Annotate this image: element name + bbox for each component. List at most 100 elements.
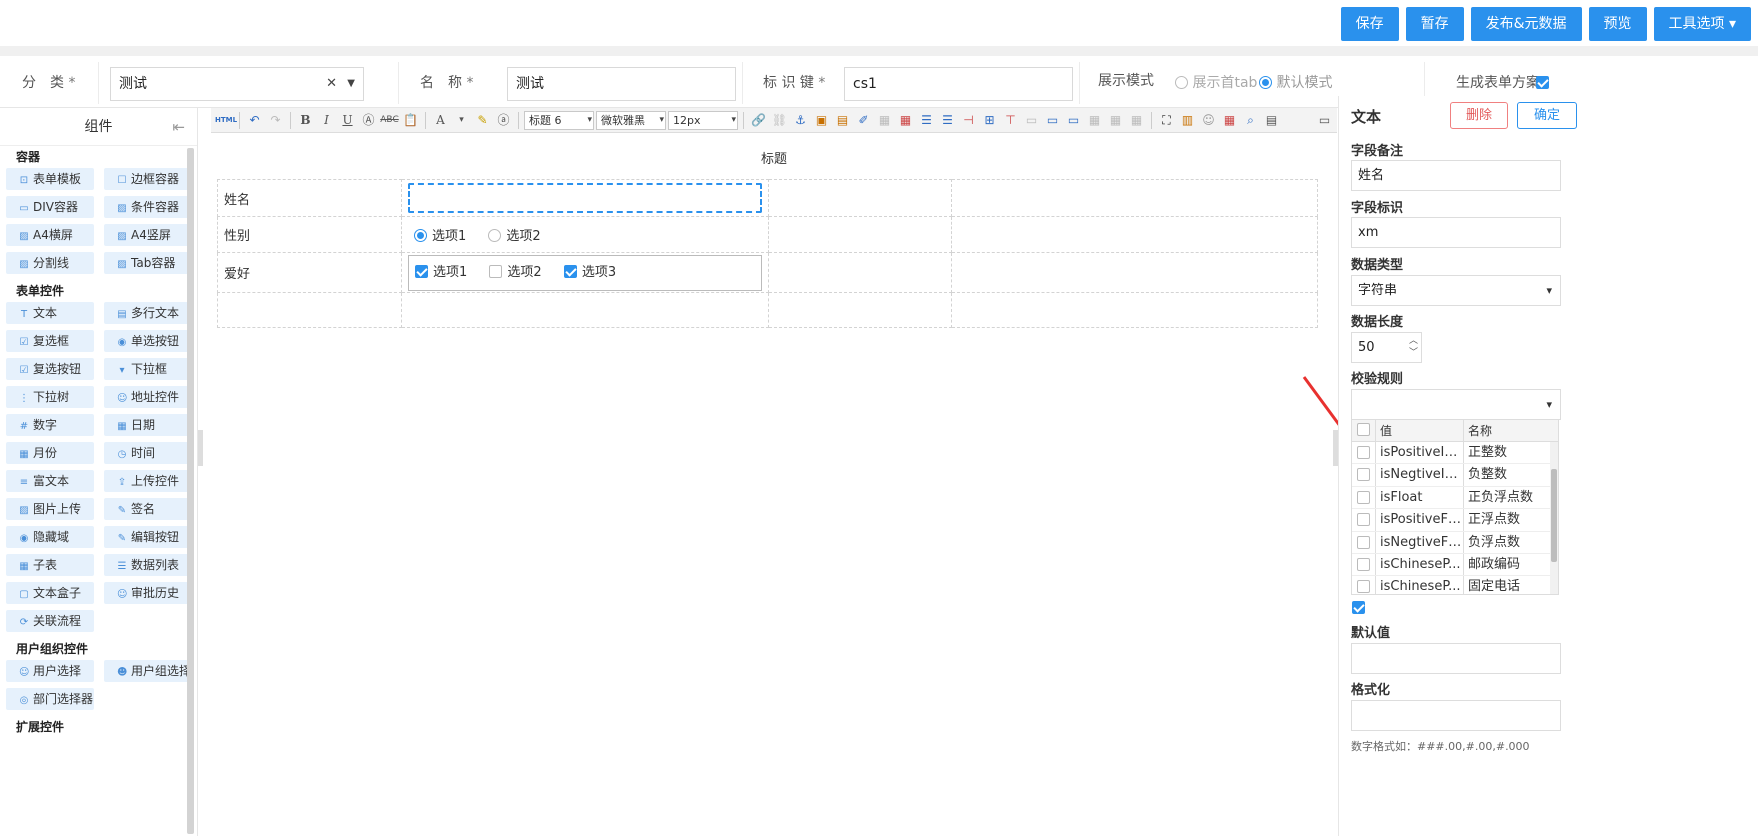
clear-icon[interactable]: ✕ [326,68,337,100]
table-row[interactable]: isPositiveFl... 正浮点数 [1352,509,1558,532]
component-item[interactable]: ▤ 多行文本 [104,302,192,324]
print-icon[interactable]: ▤ [1262,111,1281,130]
split-cols-icon[interactable]: ▦ [1127,111,1146,130]
display-mode-option-first-tab[interactable]: 展示首tab [1175,58,1257,108]
merge-down-icon[interactable]: ▭ [1064,111,1083,130]
default-value-input[interactable] [1351,643,1561,674]
heading-select[interactable]: 标题 6 [524,110,594,130]
image-icon[interactable]: ▣ [812,111,831,130]
insert-row-before-icon[interactable]: ☰ [917,111,936,130]
table-row[interactable]: isChineseP... 固定电话 [1352,576,1558,594]
empty-cell[interactable] [768,292,952,328]
component-item[interactable]: ▦ 日期 [104,414,192,436]
checkbox-icon[interactable] [1357,535,1370,549]
table-row[interactable]: isChineseP... 邮政编码 [1352,553,1558,577]
empty-cell[interactable] [951,216,1318,253]
component-item[interactable]: ▨ 图片上传 [6,498,94,520]
display-mode-option-default[interactable]: 默认模式 [1259,58,1332,108]
insert-row-after-icon[interactable]: ☰ [938,111,957,130]
stepper-arrows-icon[interactable]: ︿ ﹀ [1409,335,1418,359]
component-item[interactable]: ▨ A4竖屏 [104,224,192,246]
component-item[interactable]: ▭ DIV容器 [6,196,94,218]
field-cell-gender[interactable]: 选项1 选项2 [401,216,769,253]
generate-scheme-checkbox[interactable] [1536,76,1549,91]
table-icon[interactable]: ▦ [875,111,894,130]
table-delete-icon[interactable]: ▦ [896,111,915,130]
search-replace-icon[interactable]: ⌕ [1241,111,1260,130]
component-item[interactable]: ◉ 隐藏域 [6,526,94,548]
scrollbar-track[interactable] [1550,442,1558,594]
checkbox-checked-icon[interactable] [1536,76,1549,89]
key-input[interactable]: cs1 [844,67,1073,101]
data-length-stepper[interactable]: 50 ︿ ﹀ [1351,332,1422,363]
left-panel-handle[interactable] [198,430,203,466]
row-select-cell[interactable] [1352,486,1376,509]
font-color-icon[interactable]: A [431,111,450,130]
radio-icon[interactable] [488,229,502,242]
field-label-gender[interactable]: 性别 [217,216,402,253]
checkbox-icon[interactable] [489,264,503,278]
table-row[interactable]: isNegtiveIn... 负整数 [1352,464,1558,487]
row-select-cell[interactable] [1352,509,1376,531]
image-upload-icon[interactable]: ▤ [833,111,852,130]
validate-rule-select[interactable] [1351,389,1561,420]
checkbox-icon[interactable] [1357,557,1370,571]
checkbox-checked-icon[interactable] [563,264,577,278]
date-icon[interactable]: ▦ [1220,111,1239,130]
component-item[interactable]: ✎ 签名 [104,498,192,520]
component-item[interactable]: ▦ 月份 [6,442,94,464]
tool-options-button[interactable]: 工具选项 ▾ [1653,7,1751,41]
component-item[interactable]: ▾ 下拉框 [104,358,192,380]
split-rows-icon[interactable]: ▦ [1106,111,1125,130]
component-item[interactable]: ✎ 编辑按钮 [104,526,192,548]
component-item[interactable]: ⊡ 表单模板 [6,168,94,190]
component-item[interactable]: ▨ 分割线 [6,252,94,274]
draft-button[interactable]: 暂存 [1405,7,1464,41]
empty-cell[interactable] [768,216,952,253]
empty-cell[interactable] [768,179,952,217]
component-item[interactable]: # 数字 [6,414,94,436]
radio-selected-icon[interactable] [414,229,427,242]
split-cells-icon[interactable]: ▦ [1085,111,1104,130]
template-icon[interactable]: ▥ [1178,111,1197,130]
component-item[interactable]: ⟳ 关联流程 [6,610,94,632]
empty-cell[interactable] [401,292,769,328]
radio-icon[interactable] [1175,76,1188,89]
empty-cell[interactable] [951,252,1318,293]
chevron-down-icon[interactable]: ▼ [347,68,355,100]
delete-column-icon[interactable]: ⊤ [1001,111,1020,130]
checkbox-icon[interactable] [1357,513,1370,527]
checkbox-checked-icon[interactable] [415,264,428,278]
hobby-option-3[interactable]: 选项3 [563,264,616,280]
select-all-cell[interactable] [1352,420,1376,441]
table-row[interactable]: isNegtiveFl... 负浮点数 [1352,531,1558,554]
chevron-down-icon[interactable]: ▾ [452,111,471,130]
hobby-option-1[interactable]: 选项1 [415,264,467,280]
component-item[interactable]: ☺ 审批历史 [104,582,192,604]
component-item[interactable]: ≡ 富文本 [6,470,94,492]
component-item[interactable]: ⇪ 上传控件 [104,470,192,492]
component-item[interactable]: ☑ 复选框 [6,330,94,352]
redo-icon[interactable]: ↷ [266,111,285,130]
checkbox-icon[interactable] [1357,423,1370,436]
checkbox-checked-icon[interactable] [1352,601,1365,614]
empty-cell[interactable] [768,252,952,293]
checkbox-icon[interactable] [1357,468,1370,482]
delete-button[interactable]: 删除 [1450,102,1508,129]
component-item[interactable]: ▨ A4横屏 [6,224,94,246]
strikethrough-icon[interactable]: ABC [380,111,399,130]
brush-icon[interactable]: ✐ [854,111,873,130]
gender-option-2[interactable]: 选项2 [488,229,541,244]
format-icon[interactable]: ⓐ [494,111,513,130]
hobby-checkbox-group[interactable]: 选项1 选项2 选项3 [408,254,762,291]
find-icon[interactable]: ⛶ [1157,111,1176,130]
row-select-cell[interactable] [1352,442,1376,464]
component-item[interactable]: ☺ 用户选择 [6,660,94,682]
name-input[interactable]: 测试 [507,67,736,101]
name-text-input[interactable] [408,183,762,213]
emoji-icon[interactable]: ☺ [1199,111,1218,130]
component-item[interactable]: ☰ 数据列表 [104,554,192,576]
link-icon[interactable]: 🔗 [749,111,768,130]
undo-icon[interactable]: ↶ [245,111,264,130]
scrollbar-thumb[interactable] [1551,469,1557,562]
